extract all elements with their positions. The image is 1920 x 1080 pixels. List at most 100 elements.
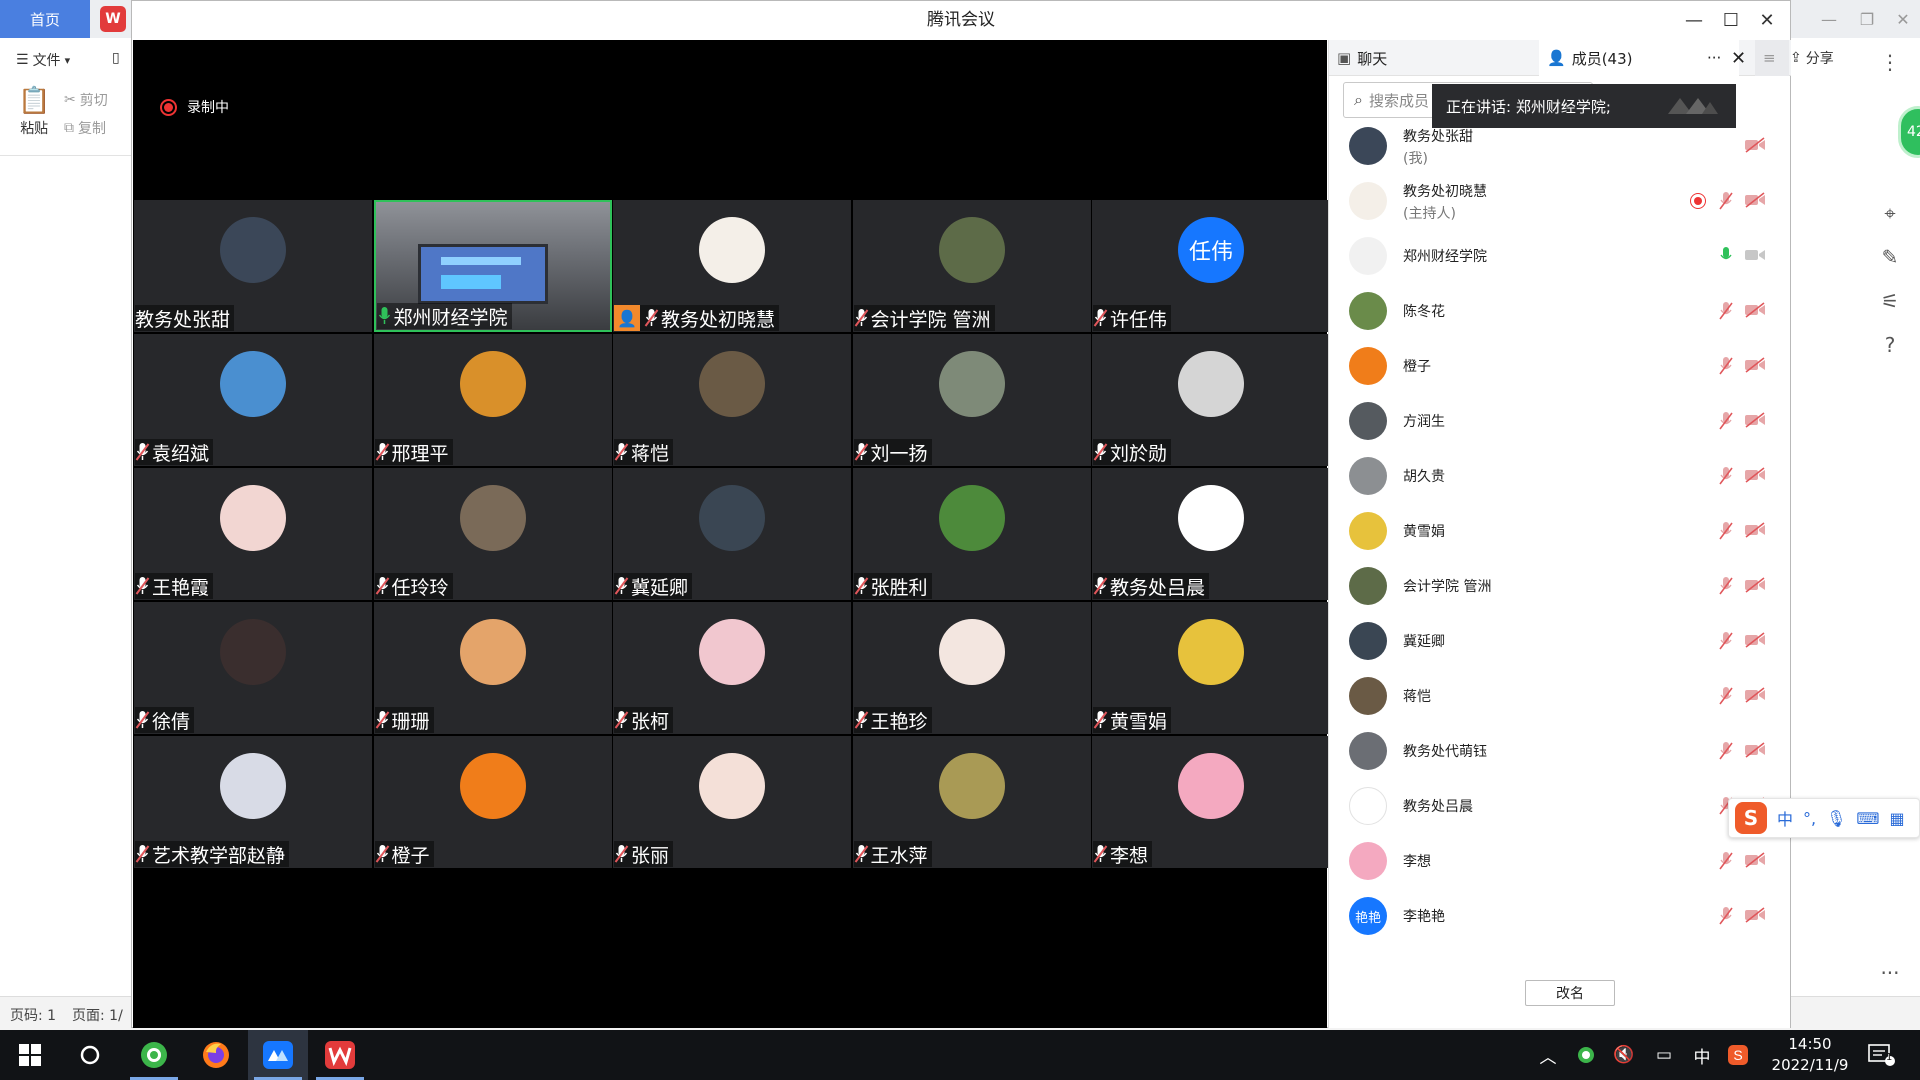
member-camera-off-icon[interactable] xyxy=(1744,192,1766,208)
member-row[interactable]: 教务处吕晨 xyxy=(1329,778,1791,833)
member-mic-on-icon[interactable] xyxy=(1719,246,1733,266)
member-mic-muted-icon[interactable] xyxy=(1719,631,1733,651)
member-mic-muted-icon[interactable] xyxy=(1719,741,1733,761)
help-icon[interactable]: ? xyxy=(1875,330,1905,360)
close-icon[interactable]: ✕ xyxy=(1749,1,1785,40)
panel-menu-icon[interactable]: ≡ xyxy=(1755,40,1789,76)
taskbar-wps-icon[interactable] xyxy=(310,1030,370,1080)
participant-tile[interactable]: 张柯 xyxy=(613,602,851,734)
more-vertical-icon[interactable]: ⋮ xyxy=(1875,47,1905,77)
floating-green-badge[interactable]: 42 xyxy=(1898,106,1920,158)
ime-punct[interactable]: °, xyxy=(1803,809,1816,828)
more-horizontal-icon[interactable]: ··· xyxy=(1875,958,1905,988)
wps-home-tab[interactable]: 首页 xyxy=(0,0,90,38)
participant-tile[interactable]: 王艳珍 xyxy=(852,602,1091,734)
wps-cut-button[interactable]: ✂ 剪切 xyxy=(64,90,108,110)
sliders-icon[interactable]: ⚟ xyxy=(1875,286,1905,316)
member-row[interactable]: 会计学院 管洲 xyxy=(1329,558,1791,613)
member-row[interactable]: 黄雪娟 xyxy=(1329,503,1791,558)
member-row[interactable]: 橙子 xyxy=(1329,338,1791,393)
member-mic-muted-icon[interactable] xyxy=(1719,301,1733,321)
member-mic-muted-icon[interactable] xyxy=(1719,191,1733,211)
participant-tile[interactable]: 任玲玲 xyxy=(373,468,612,600)
maximize-icon[interactable]: ☐ xyxy=(1713,1,1749,40)
wps-copy-button[interactable]: ⧉ 复制 xyxy=(64,118,106,138)
notification-center-icon[interactable]: 1 xyxy=(1862,1030,1902,1080)
wps-paste-button[interactable]: 📋 粘贴 xyxy=(18,86,50,138)
member-row[interactable]: 艳艳 李艳艳 xyxy=(1329,888,1791,943)
pen-icon[interactable]: ✎ xyxy=(1875,242,1905,272)
member-camera-off-icon[interactable] xyxy=(1744,577,1766,593)
tray-battery-icon[interactable]: ▭ xyxy=(1650,1030,1678,1080)
wps-close-icon[interactable]: ✕ xyxy=(1888,4,1918,34)
ime-mode[interactable]: 中 xyxy=(1777,806,1793,830)
apps-grid-icon[interactable]: ▦ xyxy=(1890,809,1905,828)
tray-volume-muted-icon[interactable]: 🔇 xyxy=(1610,1030,1638,1080)
rename-button[interactable]: 改名 xyxy=(1525,980,1615,1006)
taskbar-browser-360-icon[interactable] xyxy=(124,1030,184,1080)
member-mic-muted-icon[interactable] xyxy=(1719,906,1733,926)
participant-tile[interactable]: 李想 xyxy=(1092,736,1330,868)
member-camera-off-icon[interactable] xyxy=(1744,467,1766,483)
member-row[interactable]: 蒋恺 xyxy=(1329,668,1791,723)
ime-toolbar[interactable]: S 中 °, 🎙 ⌨ ▦ xyxy=(1728,798,1920,838)
participant-tile[interactable]: 任伟 许任伟 xyxy=(1092,200,1330,332)
member-camera-off-icon[interactable] xyxy=(1744,302,1766,318)
participant-tile[interactable]: 艺术教学部赵静 xyxy=(134,736,372,868)
member-mic-muted-icon[interactable] xyxy=(1719,411,1733,431)
participant-tile[interactable]: 冀延卿 xyxy=(613,468,851,600)
participant-tile[interactable]: 黄雪娟 xyxy=(1092,602,1330,734)
wps-logo-icon[interactable]: W xyxy=(100,6,126,32)
member-row[interactable]: 胡久贵 xyxy=(1329,448,1791,503)
member-camera-off-icon[interactable] xyxy=(1744,742,1766,758)
member-camera-off-icon[interactable] xyxy=(1744,522,1766,538)
member-row[interactable]: 方润生 xyxy=(1329,393,1791,448)
member-row[interactable]: 陈冬花 xyxy=(1329,283,1791,338)
keyboard-icon[interactable]: ⌨ xyxy=(1856,809,1879,828)
meeting-title-bar[interactable]: 腾讯会议 — ☐ ✕ xyxy=(132,1,1790,40)
participant-tile[interactable]: 袁绍斌 xyxy=(134,334,372,466)
participant-tile[interactable]: 王水萍 xyxy=(852,736,1091,868)
participant-tile[interactable]: 张胜利 xyxy=(852,468,1091,600)
member-camera-off-icon[interactable] xyxy=(1744,852,1766,868)
member-row[interactable]: 郑州财经学院 xyxy=(1329,228,1791,283)
member-camera-icon[interactable] xyxy=(1744,247,1766,263)
wps-minimize-icon[interactable]: — xyxy=(1814,4,1844,34)
wps-file-menu[interactable]: ☰ 文件 ▾ xyxy=(16,50,70,70)
participant-tile[interactable]: 刘於勋 xyxy=(1092,334,1330,466)
participant-tile[interactable]: 刘一扬 xyxy=(852,334,1091,466)
panel-close-icon[interactable]: ✕ xyxy=(1723,40,1753,76)
participant-tile[interactable]: 徐倩 xyxy=(134,602,372,734)
member-camera-off-icon[interactable] xyxy=(1744,687,1766,703)
tab-chat[interactable]: ▣ 聊天 xyxy=(1329,40,1539,76)
member-mic-muted-icon[interactable] xyxy=(1719,686,1733,706)
member-camera-off-icon[interactable] xyxy=(1744,137,1766,153)
windows-start-icon[interactable] xyxy=(0,1030,60,1080)
participant-tile[interactable]: 张丽 xyxy=(613,736,851,868)
search-circle-icon[interactable] xyxy=(60,1030,120,1080)
participant-tile[interactable]: 王艳霞 xyxy=(134,468,372,600)
minimize-icon[interactable]: — xyxy=(1676,1,1712,40)
member-mic-muted-icon[interactable] xyxy=(1719,851,1733,871)
taskbar-clock[interactable]: 14:50 2022/11/9 xyxy=(1770,1034,1850,1076)
taskbar-tencent-meeting-icon[interactable] xyxy=(248,1030,308,1080)
member-row[interactable]: 冀延卿 xyxy=(1329,613,1791,668)
member-mic-muted-icon[interactable] xyxy=(1719,521,1733,541)
tray-chevron-up-icon[interactable]: ︿ xyxy=(1534,1030,1562,1080)
participant-tile[interactable]: 教务处张甜 xyxy=(134,200,372,332)
taskbar-firefox-icon[interactable] xyxy=(186,1030,246,1080)
participant-tile[interactable]: 蒋恺 xyxy=(613,334,851,466)
wps-share-button[interactable]: ⇪ 分享 xyxy=(1790,48,1834,68)
sogou-ime-icon[interactable]: S xyxy=(1735,802,1767,834)
cursor-icon[interactable]: ⌖ xyxy=(1875,198,1905,228)
participant-tile[interactable]: 会计学院 管洲 xyxy=(852,200,1091,332)
participant-tile[interactable]: 郑州财经学院 xyxy=(373,200,612,332)
microphone-icon[interactable]: 🎙 xyxy=(1826,809,1846,828)
member-mic-muted-icon[interactable] xyxy=(1719,356,1733,376)
member-mic-muted-icon[interactable] xyxy=(1719,466,1733,486)
participant-tile[interactable]: 教务处吕晨 xyxy=(1092,468,1330,600)
participant-tile[interactable]: 珊珊 xyxy=(373,602,612,734)
member-row[interactable]: 教务处代萌钰 xyxy=(1329,723,1791,778)
tray-360-icon[interactable] xyxy=(1572,1030,1600,1080)
member-row[interactable]: 教务处初晓慧 (主持人) xyxy=(1329,173,1791,228)
